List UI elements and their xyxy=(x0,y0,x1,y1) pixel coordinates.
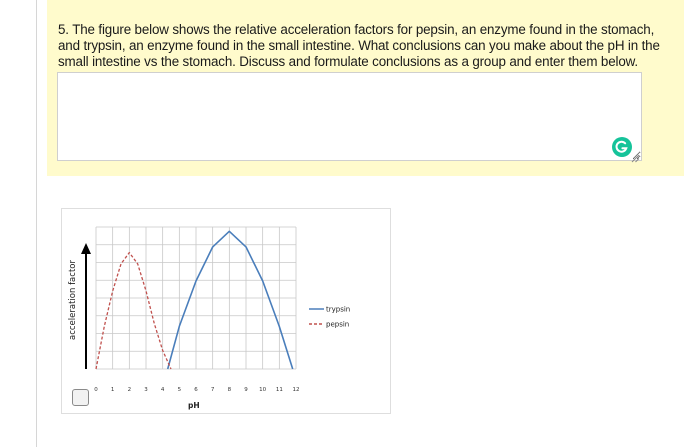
x-tick-label: 4 xyxy=(161,387,165,393)
x-tick-label: 11 xyxy=(276,387,283,393)
x-tick-label: 1 xyxy=(111,387,115,393)
chart-legend: trypsin pepsin xyxy=(309,306,350,329)
grammarly-g-icon[interactable] xyxy=(612,137,632,157)
x-tick-label: 0 xyxy=(94,387,98,393)
answer-textarea[interactable] xyxy=(57,72,642,161)
resize-handle-icon[interactable] xyxy=(630,150,640,163)
x-tick-label: 12 xyxy=(293,387,300,393)
series-line-trypsin xyxy=(166,230,294,370)
x-tick-label: 2 xyxy=(128,387,132,393)
y-axis-label: acceleration factor xyxy=(68,260,78,340)
chart-series xyxy=(95,230,294,370)
x-tick-labels: 0 1 2 3 4 5 6 7 8 9 10 11 12 xyxy=(94,387,299,393)
x-tick-label: 5 xyxy=(178,387,182,393)
acceleration-chart: acceleration factor 0 1 2 3 4 5 6 7 8 9 10 11 12 pH … xyxy=(68,226,350,410)
chart-grid xyxy=(95,226,297,370)
checkbox-unchecked-icon[interactable] xyxy=(72,389,89,406)
y-axis-arrowhead xyxy=(81,243,91,254)
x-tick-label: 8 xyxy=(228,387,232,393)
x-tick-label: 6 xyxy=(194,387,198,393)
x-axis-label: pH xyxy=(188,401,200,410)
legend-label-pepsin: pepsin xyxy=(326,321,349,329)
x-tick-label: 7 xyxy=(211,387,215,393)
figure-card: acceleration factor 0 1 2 3 4 5 6 7 8 9 10 11 12 pH … xyxy=(61,208,391,414)
x-tick-label: 3 xyxy=(144,387,148,393)
legend-label-trypsin: trypsin xyxy=(326,306,350,314)
question-text: 5. The figure below shows the relative a… xyxy=(58,22,660,69)
x-tick-label: 10 xyxy=(259,387,266,393)
x-tick-label: 9 xyxy=(244,387,248,393)
